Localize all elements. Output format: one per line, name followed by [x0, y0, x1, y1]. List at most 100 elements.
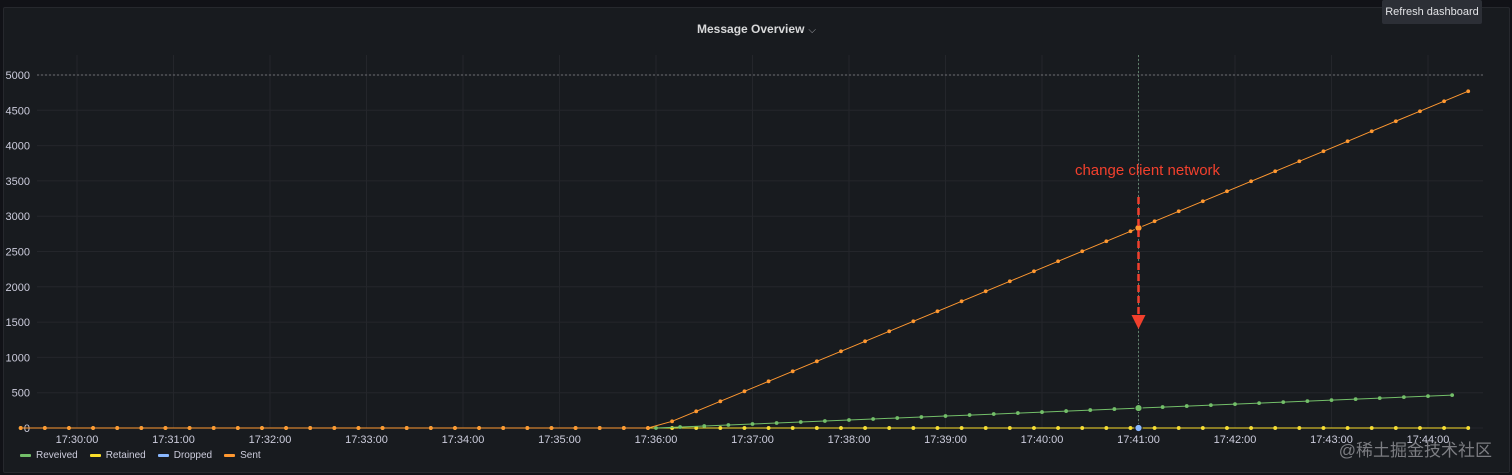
legend-item-dropped[interactable]: Dropped: [157, 450, 213, 461]
data-point-reveived: [967, 413, 972, 417]
data-point-sent: [1369, 129, 1374, 134]
data-point-retained: [1393, 426, 1398, 430]
data-point-sent: [187, 426, 192, 430]
data-point-reveived: [678, 425, 683, 429]
data-point-sent: [597, 426, 602, 430]
data-point-reveived: [871, 417, 876, 421]
data-point-sent: [1321, 149, 1326, 154]
data-point-reveived: [1450, 393, 1455, 398]
data-point-retained: [1007, 426, 1012, 430]
data-point-sent: [549, 426, 554, 430]
data-point-sent: [18, 426, 23, 430]
data-point-reveived: [1233, 402, 1237, 406]
data-point-sent: [1393, 119, 1398, 124]
x-tick-label: 17:36:00: [635, 434, 678, 446]
legend-swatch-dropped: [157, 454, 169, 457]
data-point-sent: [911, 319, 916, 324]
data-point-retained: [1369, 426, 1374, 430]
data-point-reveived: [750, 422, 755, 426]
data-point-sent: [235, 426, 240, 430]
message-overview-chart: 0 500 1000 1500 2000 2500 3000 3500 4000 4500 5000…: [6, 55, 1483, 446]
y-tick-label: 3000: [6, 211, 30, 223]
data-point-sent: [1418, 109, 1422, 114]
data-point-sent: [67, 426, 71, 430]
data-point-sent: [501, 426, 506, 430]
y-tick-label: 4500: [6, 105, 30, 117]
y-tick-label: 4000: [6, 141, 30, 153]
data-point-reveived: [1088, 408, 1093, 412]
legend-label-dropped: Dropped: [173, 450, 213, 461]
data-point-sent: [839, 349, 843, 354]
data-point-reveived: [726, 423, 731, 427]
data-point-sent: [718, 399, 723, 404]
data-point-reveived: [847, 418, 851, 422]
data-point-sent: [863, 339, 867, 344]
x-tick-label: 17:35:00: [538, 434, 581, 446]
data-point-sent: [790, 369, 795, 374]
x-tick-label: 17:40:00: [1021, 434, 1064, 446]
data-point-sent: [1152, 219, 1157, 224]
y-tick-label: 500: [12, 388, 30, 400]
y-tick-label: 2500: [6, 247, 30, 259]
data-point-sent: [332, 426, 337, 430]
legend-item-sent[interactable]: Sent: [224, 450, 261, 461]
data-point-retained: [1418, 426, 1422, 430]
data-point-retained: [1225, 426, 1229, 430]
watermark: @稀土掘金技术社区: [1338, 441, 1492, 460]
data-point-retained: [1056, 426, 1060, 430]
data-point-retained: [1466, 426, 1471, 430]
legend-swatch-reveived: [20, 454, 31, 457]
x-tick-label: 17:34:00: [442, 434, 485, 446]
hover-point-reveived: [1134, 403, 1143, 413]
data-point-retained: [1104, 426, 1109, 430]
data-point-sent: [935, 309, 940, 314]
data-point-sent: [356, 426, 361, 430]
y-tick-label: 1000: [6, 352, 30, 364]
y-tick-label: 1500: [6, 317, 30, 329]
legend-swatch-sent: [224, 454, 236, 457]
legend-swatch-retained: [89, 454, 101, 457]
data-point-sent: [163, 426, 168, 430]
data-point-reveived: [1281, 400, 1286, 405]
x-tick-label: 17:31:00: [152, 434, 195, 446]
data-point-retained: [887, 426, 892, 430]
x-tick-label: 17:30:00: [56, 434, 99, 446]
data-point-reveived: [798, 420, 803, 424]
legend-item-reveived[interactable]: Reveived: [20, 450, 78, 461]
data-point-sent: [1345, 139, 1350, 144]
data-point-sent: [453, 426, 457, 430]
legend-label-retained: Retained: [105, 450, 146, 461]
data-point-reveived: [1377, 396, 1382, 401]
data-point-reveived: [1040, 410, 1044, 414]
data-point-reveived: [702, 424, 707, 428]
data-point-reveived: [1401, 395, 1406, 400]
data-point-reveived: [919, 415, 924, 419]
data-point-sent: [1200, 199, 1205, 204]
data-point-retained: [959, 426, 964, 430]
data-point-sent: [1032, 269, 1036, 274]
data-point-retained: [1032, 426, 1036, 430]
data-point-sent: [1249, 179, 1253, 184]
data-point-reveived: [1329, 398, 1334, 403]
data-point-sent: [380, 426, 385, 430]
data-point-reveived: [1305, 399, 1310, 404]
data-point-reveived: [1257, 401, 1262, 405]
data-point-sent: [404, 426, 409, 430]
data-point-reveived: [1160, 405, 1165, 409]
x-tick-label: 17:41:00: [1117, 434, 1160, 446]
data-point-sent: [1273, 169, 1278, 174]
data-point-reveived: [991, 412, 996, 416]
data-point-retained: [935, 426, 940, 430]
data-point-retained: [1128, 426, 1133, 430]
data-point-retained: [1200, 426, 1205, 430]
data-point-sent: [1225, 189, 1229, 194]
y-tick-label: 3500: [6, 176, 30, 188]
data-point-sent: [42, 426, 47, 430]
legend-item-retained[interactable]: Retained: [89, 450, 146, 461]
data-point-reveived: [654, 426, 658, 430]
x-tick-label: 17:39:00: [924, 434, 967, 446]
annotation-text: change client network: [1075, 162, 1221, 179]
data-point-sent: [694, 409, 699, 414]
data-point-retained: [983, 426, 988, 430]
data-point-reveived: [774, 421, 779, 425]
